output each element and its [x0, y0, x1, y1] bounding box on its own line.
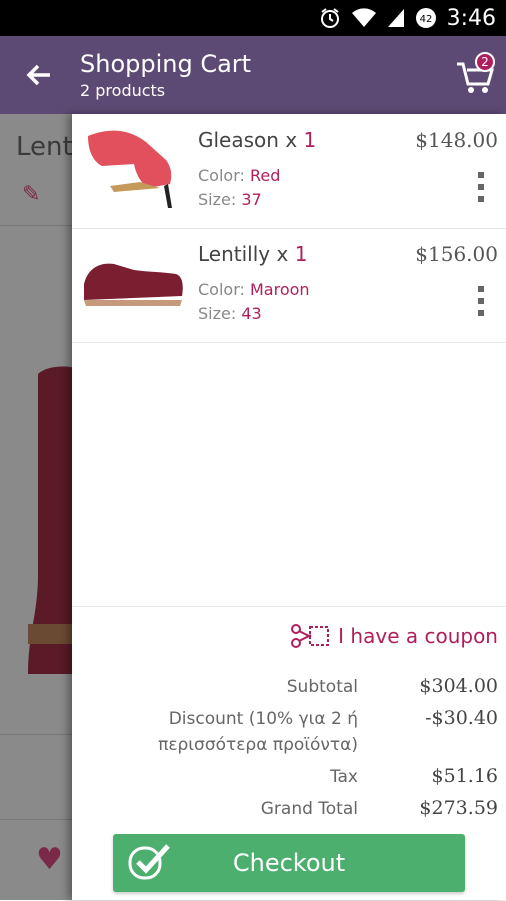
- page-subtitle: 2 products: [80, 81, 166, 100]
- product-size: Size: 37: [198, 190, 262, 209]
- cart-item[interactable]: Lentilly x 1 $156.00 Color: Maroon Size:…: [72, 228, 506, 343]
- back-arrow-icon[interactable]: [22, 58, 56, 92]
- product-image-lentilly: [84, 263, 183, 306]
- app-bar: Shopping Cart 2 products 2: [0, 36, 506, 114]
- divider: [0, 819, 72, 820]
- more-vert-icon[interactable]: [478, 286, 486, 316]
- clock: 3:46: [446, 5, 496, 31]
- more-vert-icon[interactable]: [478, 172, 486, 202]
- product-color: Color: Maroon: [198, 280, 310, 299]
- product-size: Size: 43: [198, 304, 262, 323]
- scissors-icon: [291, 624, 330, 648]
- page-title: Shopping Cart: [80, 50, 252, 78]
- product-name: Lentilly x 1: [198, 242, 308, 266]
- coupon-link[interactable]: I have a coupon: [290, 623, 498, 649]
- background-product-page[interactable]: Lenti ✎ ♥: [0, 114, 72, 900]
- pencil-icon: ✎: [22, 182, 41, 207]
- cart-badge: 2: [475, 52, 495, 72]
- cart-drawer: Gleason x 1 $148.00 Color: Red Size: 37 …: [72, 114, 506, 900]
- battery-icon: 42: [415, 7, 437, 29]
- product-price: $148.00: [415, 128, 498, 152]
- alarm-icon: [319, 7, 341, 29]
- product-price: $156.00: [415, 242, 498, 266]
- cart-item[interactable]: Gleason x 1 $148.00 Color: Red Size: 37: [72, 114, 506, 229]
- checkout-button[interactable]: Checkout: [113, 834, 465, 892]
- divider: [0, 225, 72, 226]
- boot-image: [28, 366, 72, 674]
- signal-icon: [387, 8, 405, 28]
- svg-text:42: 42: [419, 14, 432, 25]
- product-color: Color: Red: [198, 166, 281, 185]
- status-bar: 42 3:46: [0, 0, 506, 36]
- checkmark-icon: [128, 844, 170, 880]
- background-title: Lenti: [16, 132, 72, 162]
- wifi-icon: [351, 8, 377, 28]
- heart-icon[interactable]: ♥: [36, 842, 63, 877]
- divider: [0, 734, 72, 735]
- product-image-gleason: [88, 130, 172, 208]
- product-name: Gleason x 1: [198, 128, 317, 152]
